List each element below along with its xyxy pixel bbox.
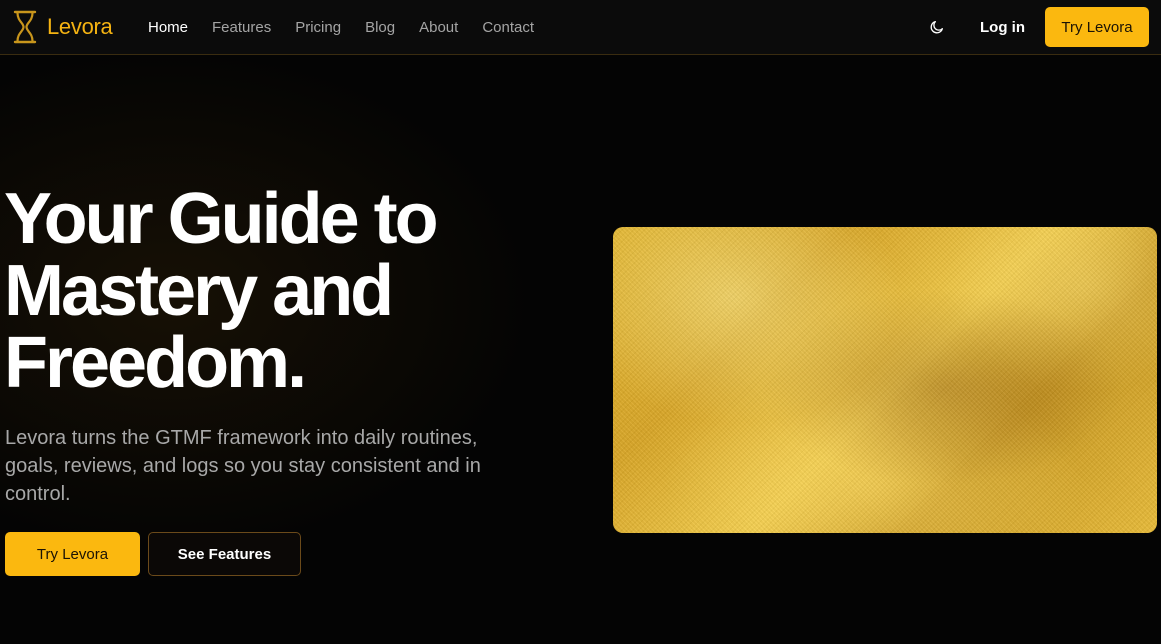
gold-texture-image [613, 227, 1157, 533]
site-header: Levora Home Features Pricing Blog About … [0, 0, 1161, 55]
see-features-button[interactable]: See Features [148, 532, 301, 576]
nav-contact[interactable]: Contact [482, 19, 534, 36]
theme-toggle-button[interactable] [927, 17, 947, 37]
login-link[interactable]: Log in [980, 0, 1025, 55]
hero-title-line-3: Freedom. [4, 323, 307, 403]
texture-grain [613, 227, 1157, 533]
main-nav: Home Features Pricing Blog About Contact [148, 0, 558, 55]
nav-home[interactable]: Home [148, 19, 188, 36]
hero-title-line-2: Mastery and [4, 251, 394, 331]
nav-blog[interactable]: Blog [365, 19, 395, 36]
landing-page: Levora Home Features Pricing Blog About … [0, 0, 1161, 644]
hero-subtitle: Levora turns the GTMF framework into dai… [5, 427, 481, 505]
nav-pricing[interactable]: Pricing [295, 19, 341, 36]
hero-title-line-1: Your Guide to [4, 179, 439, 259]
try-levora-button[interactable]: Try Levora [5, 532, 140, 576]
brand-name: Levora [47, 14, 113, 39]
moon-icon [930, 21, 943, 34]
hero-title: Your Guide to Mastery and Freedom. [4, 183, 564, 399]
brand-logo[interactable]: Levora [13, 10, 113, 44]
header-try-button[interactable]: Try Levora [1045, 7, 1149, 47]
nav-features[interactable]: Features [212, 19, 271, 36]
nav-about[interactable]: About [419, 19, 458, 36]
hourglass-icon [13, 10, 37, 44]
